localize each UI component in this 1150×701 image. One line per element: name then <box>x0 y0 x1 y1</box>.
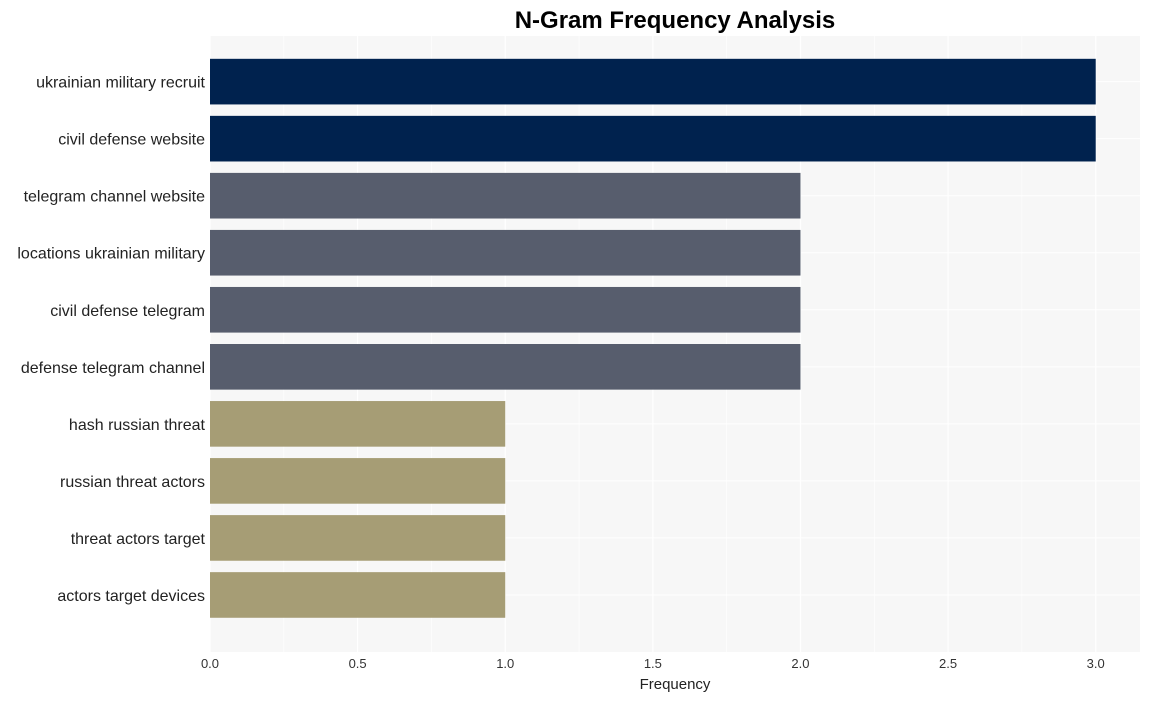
bar <box>210 229 801 276</box>
y-tick-label: hash russian threat <box>69 417 206 434</box>
bar <box>210 515 506 561</box>
x-tick-label: 2.5 <box>939 656 957 671</box>
chart: ukrainian military recruit civil defense … <box>0 0 1150 701</box>
x-axis-title: Frequency <box>640 676 711 693</box>
bar <box>210 572 506 618</box>
bar <box>210 58 1096 105</box>
bar <box>210 401 506 447</box>
bar <box>210 172 801 219</box>
bar <box>210 286 801 333</box>
bar <box>210 344 801 390</box>
bar <box>210 115 1096 162</box>
y-tick-label: civil defense website <box>58 132 205 149</box>
x-tick-label: 0.0 <box>201 656 219 671</box>
chart-title: N-Gram Frequency Analysis <box>515 7 836 34</box>
x-tick-label: 1.0 <box>496 656 514 671</box>
y-tick-label: ukrainian military recruit <box>36 75 205 92</box>
y-tick-label: threat actors target <box>71 531 206 548</box>
x-tick-label: 0.5 <box>349 656 367 671</box>
y-tick-label: defense telegram channel <box>21 360 205 377</box>
x-tick-label: 3.0 <box>1087 656 1105 671</box>
y-tick-label: locations ukrainian military <box>17 246 205 263</box>
y-tick-label: telegram channel website <box>24 189 206 206</box>
x-tick-label: 2.0 <box>791 656 809 671</box>
y-tick-label: russian threat actors <box>60 474 205 491</box>
bar <box>210 458 506 504</box>
x-tick-label: 1.5 <box>644 656 662 671</box>
y-tick-label: actors target devices <box>57 588 205 605</box>
y-tick-label: civil defense telegram <box>50 303 205 320</box>
